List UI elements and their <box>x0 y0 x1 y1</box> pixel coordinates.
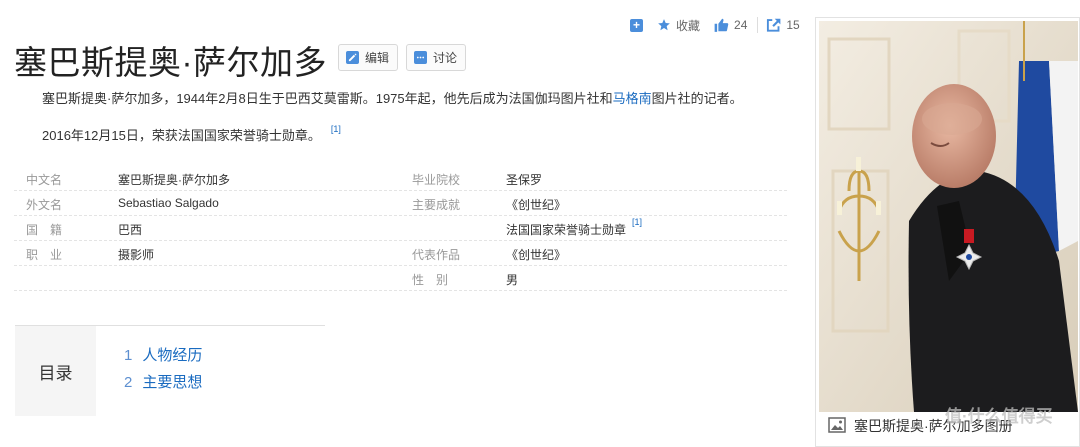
plus-icon: + <box>630 18 643 32</box>
toc-list: 1 人物经历 2 主要思想 <box>124 344 202 398</box>
share-icon <box>766 18 781 32</box>
edit-button[interactable]: 编辑 <box>338 44 398 71</box>
toc-item[interactable]: 1 人物经历 <box>124 344 202 371</box>
info-value: 摄影师 <box>118 248 155 262</box>
info-row: 性 别 男 <box>14 266 787 291</box>
discuss-label: 讨论 <box>433 51 458 65</box>
like-count: 24 <box>734 18 748 32</box>
summary-paragraph-1: 塞巴斯提奥·萨尔加多，1944年2月8日生于巴西艾莫雷斯。1975年起，他先后成… <box>42 88 743 107</box>
summary-text: 塞巴斯提奥·萨尔加多，1944年2月8日生于巴西艾莫雷斯。1975年起，他先后成… <box>42 91 613 106</box>
summary-text: 图片社的记者。 <box>651 91 743 106</box>
toc-number: 2 <box>124 374 133 391</box>
discuss-button[interactable]: 讨论 <box>406 44 466 71</box>
info-row: 职 业 摄影师 代表作品 《创世纪》 <box>14 241 787 266</box>
divider <box>757 17 759 33</box>
page-title: 塞巴斯提奥·萨尔加多 <box>14 44 327 81</box>
add-button[interactable]: + <box>630 18 643 32</box>
info-value: 《创世纪》 <box>506 198 567 212</box>
portrait-photo[interactable] <box>819 21 1078 412</box>
reference-link[interactable]: [1] <box>632 217 642 227</box>
info-value: 塞巴斯提奥·萨尔加多 <box>118 173 230 187</box>
summary-paragraph-2: 2016年12月15日，荣获法国国家荣誉骑士勋章。 [1] <box>42 124 341 144</box>
share-button[interactable]: 15 <box>766 18 800 32</box>
pencil-icon <box>346 51 359 64</box>
info-value: 巴西 <box>118 223 143 237</box>
star-icon <box>657 18 671 32</box>
info-row: 中文名 塞巴斯提奥·萨尔加多 毕业院校 圣保罗 <box>14 166 787 191</box>
toc-label: 主要思想 <box>142 374 203 391</box>
toc-heading: 目录 <box>15 326 96 416</box>
info-label: 职 业 <box>26 248 63 262</box>
info-value: 《创世纪》 <box>506 248 567 262</box>
info-value: 男 <box>506 273 519 287</box>
info-label: 中文名 <box>26 173 63 187</box>
photo-card[interactable]: 塞巴斯提奥·萨尔加多图册 <box>815 17 1080 447</box>
gallery-icon <box>828 416 846 436</box>
table-of-contents: 目录 1 人物经历 2 主要思想 <box>15 325 325 416</box>
info-value: 圣保罗 <box>506 173 543 187</box>
like-button[interactable]: 24 <box>714 18 747 32</box>
info-value: Sebastiao Salgado <box>118 196 219 210</box>
action-bar: + 收藏 24 15 <box>630 14 800 36</box>
chat-icon <box>414 51 427 64</box>
collect-label: 收藏 <box>676 18 701 33</box>
toc-number: 1 <box>124 347 133 364</box>
collect-button[interactable]: 收藏 <box>657 17 700 34</box>
info-row: 国 籍 巴西 法国国家荣誉骑士勋章 [1] <box>14 216 787 241</box>
reference-link[interactable]: [1] <box>331 124 341 134</box>
info-value-text: 法国国家荣誉骑士勋章 <box>506 223 627 237</box>
info-label: 代表作品 <box>412 248 461 262</box>
info-label: 国 籍 <box>26 223 63 237</box>
info-row: 外文名 Sebastiao Salgado 主要成就 《创世纪》 <box>14 191 787 216</box>
info-label: 外文名 <box>26 198 63 212</box>
toc-label: 人物经历 <box>142 347 203 364</box>
watermark: 值·什么值得买 <box>945 407 1053 426</box>
info-value: 法国国家荣誉骑士勋章 [1] <box>506 217 642 238</box>
info-label: 性 别 <box>412 273 449 287</box>
edit-label: 编辑 <box>365 51 390 65</box>
info-label: 主要成就 <box>412 198 461 212</box>
share-count: 15 <box>786 18 800 32</box>
basic-info-table: 中文名 塞巴斯提奥·萨尔加多 毕业院校 圣保罗 外文名 Sebastiao Sa… <box>14 166 787 291</box>
toc-item[interactable]: 2 主要思想 <box>124 371 202 398</box>
summary-text: 2016年12月15日，荣获法国国家荣誉骑士勋章。 <box>42 128 321 143</box>
info-label: 毕业院校 <box>412 173 461 187</box>
thumbs-up-icon <box>714 18 729 32</box>
magnum-link[interactable]: 马格南 <box>613 91 652 106</box>
